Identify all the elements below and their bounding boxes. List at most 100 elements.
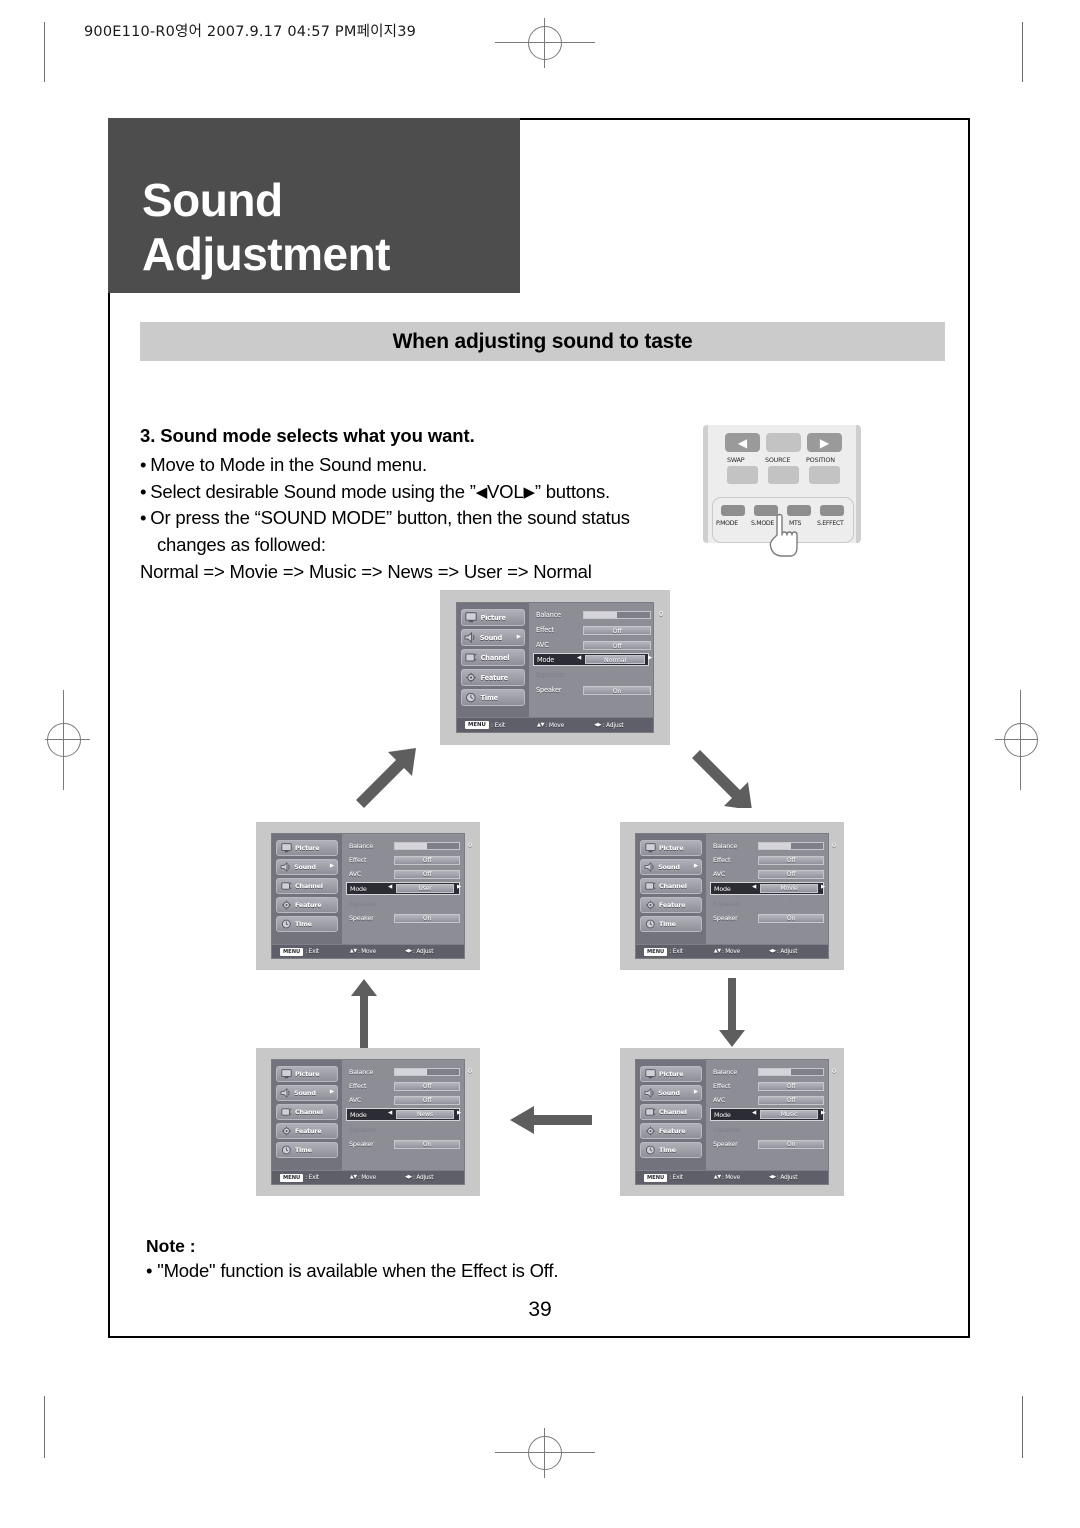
sidebar-item-feature[interactable]: Feature: [461, 669, 525, 686]
osd-label-speaker: Speaker: [713, 1139, 738, 1148]
status-adjust-text: : Adjust: [412, 1174, 434, 1181]
bullet-dot: •: [140, 480, 147, 502]
sidebar-item-feature[interactable]: Feature: [640, 897, 702, 913]
gear-icon: [277, 900, 295, 910]
sidebar-item-channel[interactable]: Channel: [640, 878, 702, 894]
mode-right-caret-icon[interactable]: ▶: [821, 884, 825, 890]
arrow-normal-to-movie: [692, 750, 752, 808]
sidebar-item-picture[interactable]: Picture: [640, 840, 702, 856]
sidebar-item-sound[interactable]: Sound ▶: [276, 1085, 338, 1101]
speaker-value[interactable]: On: [758, 914, 824, 923]
remote-right-arrow-button[interactable]: ▶: [807, 433, 842, 452]
sidebar-label-picture: Picture: [659, 844, 684, 852]
mode-value[interactable]: Movie: [760, 884, 818, 893]
status-menu-chip[interactable]: MENU: [644, 947, 668, 956]
sidebar-item-channel[interactable]: Channel: [640, 1104, 702, 1120]
speaker-value[interactable]: On: [758, 1140, 824, 1149]
mode-value[interactable]: User: [396, 884, 454, 893]
sidebar-label-sound: Sound: [479, 633, 503, 642]
status-menu-chip[interactable]: MENU: [280, 1173, 304, 1182]
balance-slider[interactable]: [394, 842, 460, 850]
monitor-icon: [462, 612, 481, 623]
status-menu-chip[interactable]: MENU: [280, 947, 304, 956]
status-menu-chip[interactable]: MENU: [465, 721, 489, 729]
avc-value[interactable]: Off: [758, 1096, 824, 1105]
mode-left-caret-icon[interactable]: ◀: [577, 655, 581, 662]
sidebar-label-feature: Feature: [295, 901, 322, 909]
trim-mark-bottom-right: [1022, 1396, 1023, 1458]
arrow-user-to-normal: [356, 748, 416, 808]
mode-value[interactable]: News: [396, 1110, 454, 1119]
sidebar-item-time[interactable]: Time: [461, 689, 525, 706]
sidebar-item-picture[interactable]: Picture: [461, 609, 525, 626]
sidebar-item-channel[interactable]: Channel: [276, 878, 338, 894]
registration-mark-right: [995, 690, 1065, 790]
effect-value[interactable]: Off: [758, 1082, 824, 1091]
mode-value[interactable]: Normal: [585, 655, 645, 664]
effect-value[interactable]: Off: [583, 626, 651, 635]
sidebar-item-channel[interactable]: Channel: [276, 1104, 338, 1120]
sidebar-item-picture[interactable]: Picture: [640, 1066, 702, 1082]
remote-label-position: POSITION: [806, 456, 835, 464]
balance-slider[interactable]: [394, 1068, 460, 1076]
mode-value[interactable]: Music: [760, 1110, 818, 1119]
mode-left-caret-icon[interactable]: ◀: [388, 884, 392, 890]
effect-value[interactable]: Off: [394, 856, 460, 865]
status-move-text: : Move: [545, 721, 565, 729]
sidebar-item-time[interactable]: Time: [276, 916, 338, 932]
equalizer-arrow-icon: ▶: [789, 1125, 794, 1131]
sidebar-item-channel[interactable]: Channel: [461, 649, 525, 666]
sidebar-item-sound[interactable]: Sound ▶: [461, 629, 525, 646]
speaker-value[interactable]: On: [394, 1140, 460, 1149]
avc-value[interactable]: Off: [583, 641, 651, 650]
trim-mark-top-left: [44, 22, 45, 82]
sidebar-item-picture[interactable]: Picture: [276, 840, 338, 856]
remote-left-arrow-button[interactable]: ◀: [725, 433, 760, 452]
balance-slider[interactable]: [583, 611, 651, 619]
sidebar-item-time[interactable]: Time: [640, 916, 702, 932]
balance-slider[interactable]: [758, 842, 824, 850]
sidebar-item-sound[interactable]: Sound ▶: [640, 1085, 702, 1101]
remote-swap-button[interactable]: [727, 466, 758, 484]
sidebar-item-picture[interactable]: Picture: [276, 1066, 338, 1082]
remote-center-button[interactable]: [766, 433, 801, 452]
status-move-text: : Move: [357, 948, 376, 955]
sidebar-item-sound[interactable]: Sound ▶: [640, 859, 702, 875]
sidebar-item-feature[interactable]: Feature: [276, 1123, 338, 1139]
mode-left-caret-icon[interactable]: ◀: [388, 1110, 392, 1116]
avc-value[interactable]: Off: [394, 870, 460, 879]
sidebar-sound-arrow-icon: ▶: [329, 1089, 334, 1096]
avc-value[interactable]: Off: [758, 870, 824, 879]
osd-row-equalizer: Equalizer: [710, 1124, 824, 1135]
mode-left-caret-icon[interactable]: ◀: [752, 884, 756, 890]
mode-right-caret-icon[interactable]: ▶: [457, 1110, 461, 1116]
gear-icon: [277, 1126, 295, 1136]
registration-mark-bottom: [495, 1420, 595, 1485]
remote-pmode-button[interactable]: [721, 505, 745, 516]
status-menu-chip[interactable]: MENU: [644, 1173, 668, 1182]
sidebar-item-time[interactable]: Time: [276, 1142, 338, 1158]
mode-right-caret-icon[interactable]: ▶: [821, 1110, 825, 1116]
mode-right-caret-icon[interactable]: ▶: [457, 884, 461, 890]
speaker-value[interactable]: On: [394, 914, 460, 923]
balance-slider[interactable]: [758, 1068, 824, 1076]
avc-value[interactable]: Off: [394, 1096, 460, 1105]
remote-seffect-button[interactable]: [820, 505, 844, 516]
sidebar-item-time[interactable]: Time: [640, 1142, 702, 1158]
left-triangle-icon: ◀: [475, 483, 488, 501]
effect-value[interactable]: Off: [758, 856, 824, 865]
osd-label-equalizer: Equalizer: [349, 1125, 377, 1134]
sidebar-item-sound[interactable]: Sound ▶: [276, 859, 338, 875]
remote-source-button[interactable]: [768, 466, 799, 484]
remote-position-button[interactable]: [809, 466, 840, 484]
mode-right-caret-icon[interactable]: ▶: [648, 655, 652, 662]
speaker-value[interactable]: On: [583, 686, 651, 695]
sidebar-item-feature[interactable]: Feature: [640, 1123, 702, 1139]
page-number: 39: [528, 1298, 552, 1321]
sidebar-item-feature[interactable]: Feature: [276, 897, 338, 913]
osd-status-bar: MENU : Exit ▲▼ : Move ◀▶ : Adjust: [272, 944, 464, 958]
mode-left-caret-icon[interactable]: ◀: [752, 1110, 756, 1116]
monitor-icon: [277, 1069, 295, 1079]
effect-value[interactable]: Off: [394, 1082, 460, 1091]
instruction-bullet-3-text: Or press the “SOUND MODE” button, then t…: [150, 507, 630, 529]
